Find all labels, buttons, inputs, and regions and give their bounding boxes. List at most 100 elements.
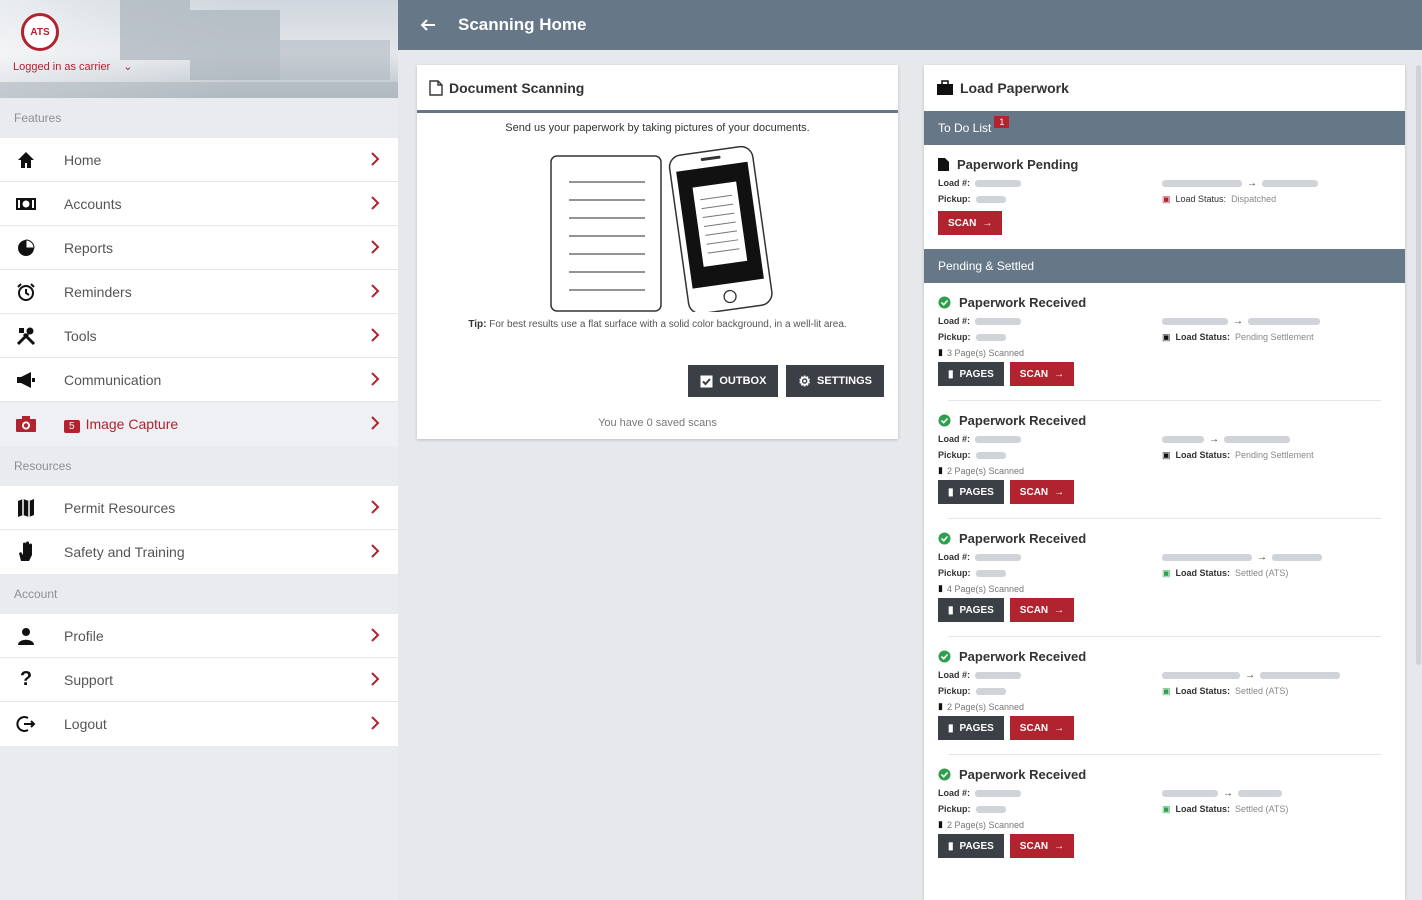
sidebar-item-label: Tools [64, 327, 97, 344]
document-icon [429, 79, 443, 96]
sidebar-item-permit-resources[interactable]: Permit Resources [0, 486, 398, 530]
scan-button[interactable]: SCAN → [1009, 716, 1075, 740]
person-icon [14, 624, 38, 648]
scan-tips: Tip: For best results use a flat surface… [417, 316, 898, 334]
file-icon: ▮ [938, 347, 943, 357]
resources-list: Permit Resources Safety and Training [0, 486, 398, 574]
sidebar-header: ATS Logged in as carrier ⌄ [0, 0, 398, 98]
sidebar-item-label: Reports [64, 239, 114, 256]
pages-button[interactable]: ▮ PAGES [938, 834, 1004, 858]
outbox-button[interactable]: OUTBOX [688, 365, 779, 397]
scan-label: SCAN [1019, 368, 1049, 380]
pages-scanned-text: 4 Page(s) Scanned [946, 583, 1025, 594]
pages-button[interactable]: ▮ PAGES [938, 480, 1004, 504]
scan-button[interactable]: SCAN → [1009, 480, 1075, 504]
sidebar-item-tools[interactable]: Tools [0, 314, 398, 358]
pickup-redacted [975, 451, 1006, 459]
money-icon [14, 192, 38, 216]
pickup-label: Pickup: [938, 194, 971, 204]
sidebar-item-label: Support [64, 671, 114, 688]
entry-actions: ▮ PAGES SCAN → [938, 834, 1391, 858]
file-icon: ▮ [948, 840, 954, 852]
scan-label: SCAN [1019, 840, 1049, 852]
sidebar-item-label: Reminders [64, 283, 132, 300]
entry-title-text: Paperwork Received [959, 295, 1087, 310]
sidebar-item-accounts[interactable]: Accounts [0, 182, 398, 226]
entry-meta: Load #: Pickup: → ▣ Load Status: Pending S… [938, 431, 1391, 463]
file-icon: ▮ [948, 722, 954, 734]
pages-button[interactable]: ▮ PAGES [938, 362, 1004, 386]
origin-redacted [1162, 317, 1228, 325]
scan-button[interactable]: SCAN → [1009, 834, 1075, 858]
sidebar-item-profile[interactable]: Profile [0, 614, 398, 658]
sidebar-item-label: Home [64, 151, 102, 168]
origin-redacted [1162, 671, 1240, 679]
status-flag-icon: ▣ [1162, 449, 1171, 460]
sidebar-item-reports[interactable]: Reports [0, 226, 398, 270]
section-resources: Resources [0, 446, 398, 486]
chevron-down-icon: ⌄ [123, 61, 133, 73]
check-circle-icon [938, 532, 951, 545]
scan-button[interactable]: SCAN → [1009, 598, 1075, 622]
sidebar-item-home[interactable]: Home [0, 138, 398, 182]
sidebar-item-label: Accounts [64, 195, 122, 212]
entry-meta: Load #: Pickup: → ▣ Load Status: Dispatche… [938, 175, 1391, 207]
scan-label: SCAN [1019, 722, 1049, 734]
scan-button[interactable]: SCAN → [1009, 362, 1075, 386]
pages-scanned-text: 2 Page(s) Scanned [946, 819, 1025, 830]
chevron-right-icon [371, 152, 380, 166]
sidebar-item-reminders[interactable]: Reminders [0, 270, 398, 314]
sidebar-item-label: Profile [64, 627, 104, 644]
entry-actions: SCAN → [938, 211, 1391, 235]
sidebar-item-image-capture[interactable]: 5 Image Capture [0, 402, 398, 446]
account-switcher[interactable]: Logged in as carrier ⌄ [13, 60, 133, 73]
arrow-right-icon: → [1054, 486, 1065, 498]
route-arrow-icon: → [1223, 787, 1233, 799]
features-list: Home Accounts Reports Reminders Tools Co… [0, 138, 398, 446]
question-icon: ? [19, 668, 33, 690]
sidebar-item-support[interactable]: ? Support [0, 658, 398, 702]
chevron-right-icon [371, 372, 380, 386]
pages-button[interactable]: ▮ PAGES [938, 598, 1004, 622]
image-capture-badge: 5 [64, 419, 80, 433]
sidebar-item-logout[interactable]: Logout [0, 702, 398, 746]
load-status-label: Load Status: [1175, 194, 1227, 204]
sidebar-item-safety-training[interactable]: Safety and Training [0, 530, 398, 574]
load-number-label: Load #: [938, 316, 971, 326]
chevron-right-icon [371, 628, 380, 642]
sidebar-item-communication[interactable]: Communication [0, 358, 398, 402]
destination-redacted [1224, 435, 1290, 443]
entry-actions: ▮ PAGES SCAN → [938, 716, 1391, 740]
list-item: Paperwork Received Load #: Pickup: → ▣ Lo… [924, 283, 1405, 401]
sidebar: ATS Logged in as carrier ⌄ Features Home… [0, 0, 398, 900]
file-icon [938, 158, 949, 171]
todo-entry: Paperwork Pending Load #: Pickup: → ▣ Loa… [924, 145, 1405, 249]
scan-button[interactable]: SCAN → [938, 211, 1003, 235]
status-flag-icon: ▣ [1162, 331, 1171, 342]
back-button[interactable] [398, 0, 458, 50]
document-scanning-title: Document Scanning [449, 79, 585, 96]
pages-button[interactable]: ▮ PAGES [938, 716, 1004, 740]
pages-label: PAGES [959, 604, 994, 616]
load-number-label: Load #: [938, 434, 971, 444]
route-arrow-icon: → [1245, 669, 1255, 681]
check-circle-icon [938, 414, 951, 427]
settings-button[interactable]: ⚙ SETTINGS [786, 365, 884, 397]
file-icon: ▮ [938, 465, 943, 475]
map-icon [14, 496, 38, 520]
load-status-label: Load Status: [1175, 332, 1231, 342]
scan-illustration [417, 142, 898, 315]
page-scrollbar[interactable] [1416, 65, 1421, 665]
scan-intro-text: Send us your paperwork by taking picture… [505, 122, 810, 134]
page-title: Scanning Home [458, 15, 587, 34]
destination-redacted [1248, 317, 1320, 325]
list-item: Paperwork Received Load #: Pickup: → ▣ Lo… [924, 637, 1405, 755]
origin-redacted [1162, 553, 1252, 561]
sidebar-item-label: Safety and Training [64, 544, 185, 560]
home-icon [14, 148, 38, 172]
logo-text: ATS [30, 26, 50, 38]
todo-list-header: To Do List 1 [924, 111, 1405, 145]
pickup-redacted [975, 333, 1006, 341]
pages-scanned: ▮ 2 Page(s) Scanned [938, 699, 1391, 714]
pickup-label: Pickup: [938, 568, 971, 578]
